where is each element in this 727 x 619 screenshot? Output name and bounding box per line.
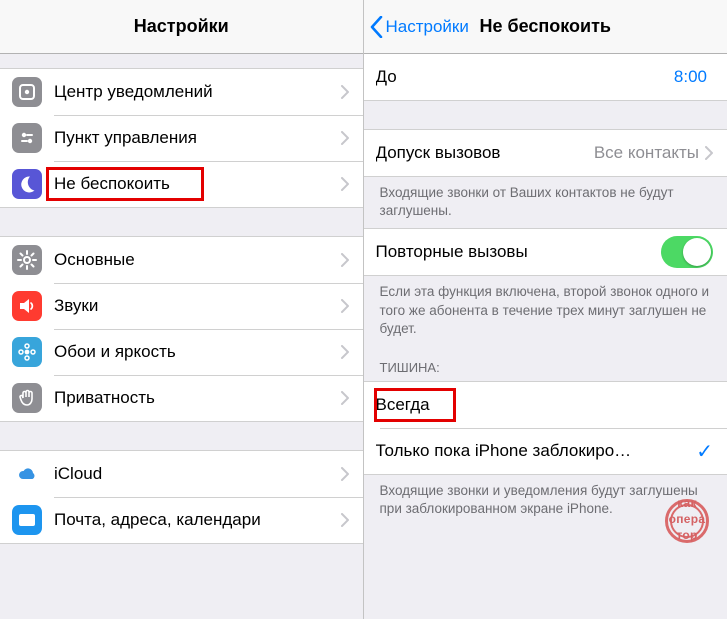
chevron-right-icon xyxy=(341,467,349,481)
notification-center-icon xyxy=(12,77,42,107)
row-schedule-until[interactable]: До 8:00 xyxy=(364,54,727,100)
chevron-right-icon xyxy=(341,131,349,145)
row-label: Приватность xyxy=(54,388,341,408)
back-label: Настройки xyxy=(386,17,469,37)
silence-section-header: ТИШИНА: xyxy=(364,346,727,381)
row-privacy[interactable]: Приватность xyxy=(0,375,363,421)
row-label: Только пока iPhone заблокиро… xyxy=(376,441,691,461)
chevron-right-icon xyxy=(341,391,349,405)
row-sounds[interactable]: Звуки xyxy=(0,283,363,329)
control-center-icon xyxy=(12,123,42,153)
row-label: Почта, адреса, календари xyxy=(54,510,341,530)
chevron-right-icon xyxy=(341,253,349,267)
row-icloud[interactable]: iCloud xyxy=(0,451,363,497)
moon-icon xyxy=(12,169,42,199)
chevron-right-icon xyxy=(341,85,349,99)
row-do-not-disturb[interactable]: Не беспокоить xyxy=(0,161,363,207)
allow-calls-value: Все контакты xyxy=(594,143,699,163)
row-label: Обои и яркость xyxy=(54,342,341,362)
chevron-right-icon xyxy=(341,299,349,313)
row-label: Допуск вызовов xyxy=(376,143,594,163)
row-label: Звуки xyxy=(54,296,341,316)
allow-calls-footer: Входящие звонки от Ваших контактов не бу… xyxy=(364,177,727,228)
row-control-center[interactable]: Пункт управления xyxy=(0,115,363,161)
hand-icon xyxy=(12,383,42,413)
dnd-detail-pane: Настройки Не беспокоить До 8:00 Допуск в… xyxy=(364,0,727,619)
row-label: До xyxy=(376,67,674,87)
row-label: Пункт управления xyxy=(54,128,341,148)
row-label: iCloud xyxy=(54,464,341,484)
row-allow-calls-from[interactable]: Допуск вызовов Все контакты xyxy=(364,130,727,176)
page-title: Настройки xyxy=(134,16,229,37)
row-wallpaper-brightness[interactable]: Обои и яркость xyxy=(0,329,363,375)
page-title: Не беспокоить xyxy=(480,16,612,37)
gear-icon xyxy=(12,245,42,275)
back-button[interactable]: Настройки xyxy=(370,16,469,38)
row-label: Центр уведомлений xyxy=(54,82,341,102)
watermark: как опера тор xyxy=(657,491,717,551)
settings-root-pane: Настройки Центр уведомлений Пункт управл… xyxy=(0,0,364,619)
row-silence-only-locked[interactable]: Только пока iPhone заблокиро… ✓ xyxy=(364,428,727,474)
chevron-right-icon xyxy=(341,513,349,527)
repeated-calls-footer: Если эта функция включена, второй звонок… xyxy=(364,276,727,346)
chevron-right-icon xyxy=(341,345,349,359)
schedule-until-value: 8:00 xyxy=(674,67,707,87)
chevron-right-icon xyxy=(705,146,713,160)
row-label: Основные xyxy=(54,250,341,270)
cloud-icon xyxy=(12,459,42,489)
flower-icon xyxy=(12,337,42,367)
navbar-left: Настройки xyxy=(0,0,363,54)
repeated-calls-toggle[interactable] xyxy=(661,236,713,268)
navbar-right: Настройки Не беспокоить xyxy=(364,0,727,54)
row-label: Не беспокоить xyxy=(54,174,341,194)
chevron-left-icon xyxy=(370,16,383,38)
checkmark-icon: ✓ xyxy=(696,439,713,464)
row-label: Всегда xyxy=(376,395,714,415)
row-repeated-calls[interactable]: Повторные вызовы xyxy=(364,229,727,275)
chevron-right-icon xyxy=(341,177,349,191)
settings-list: Центр уведомлений Пункт управления Не бе… xyxy=(0,54,363,619)
row-general[interactable]: Основные xyxy=(0,237,363,283)
speaker-icon xyxy=(12,291,42,321)
row-notification-center[interactable]: Центр уведомлений xyxy=(0,69,363,115)
row-silence-always[interactable]: Всегда xyxy=(364,382,727,428)
mail-icon xyxy=(12,505,42,535)
row-label: Повторные вызовы xyxy=(376,242,662,262)
row-mail-contacts-calendars[interactable]: Почта, адреса, календари xyxy=(0,497,363,543)
